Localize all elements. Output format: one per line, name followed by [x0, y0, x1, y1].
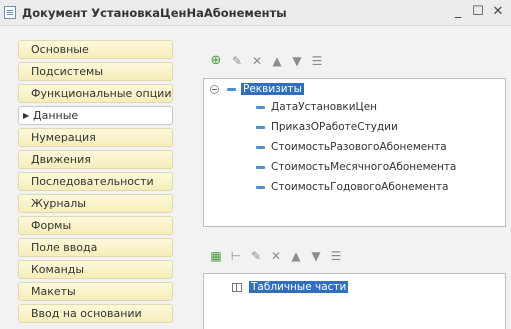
triangle-right-icon: ▶ — [23, 111, 30, 120]
add-column-icon[interactable]: ⊢ — [229, 249, 243, 263]
nav-item-label: Поле ввода — [31, 241, 98, 254]
tree-item-label: СтоимостьРазовогоАбонемента — [271, 141, 447, 153]
nav-item-podsistemy[interactable]: Подсистемы — [18, 62, 173, 81]
nav-item-label: Формы — [31, 219, 72, 232]
sidebar-nav: Основные Подсистемы Функциональные опции… — [18, 40, 173, 326]
nav-item-label: Основные — [31, 43, 89, 56]
maximize-icon[interactable]: ☐ — [470, 4, 486, 20]
add-icon[interactable]: ⊕ — [209, 54, 223, 68]
edit-icon[interactable]: ✎ — [249, 249, 263, 263]
nav-item-osnovnye[interactable]: Основные — [18, 40, 173, 59]
delete-icon[interactable]: ✕ — [269, 249, 283, 263]
nav-item-label: Движения — [31, 153, 91, 166]
nav-item-zhurnaly[interactable]: Журналы — [18, 194, 173, 213]
attribute-icon — [256, 186, 265, 189]
move-down-icon[interactable]: ▼ — [290, 54, 304, 68]
nav-item-pole-vvoda[interactable]: Поле ввода — [18, 238, 173, 257]
tree-item-label: ПриказОРаботеСтудии — [271, 121, 398, 133]
attributes-panel: ⊕ ✎ ✕ ▲ ▼ ☰ — [203, 52, 506, 72]
nav-item-label: Команды — [31, 263, 85, 276]
tabular-panel: ▦ ⊢ ✎ ✕ ▲ ▼ ☰ — [203, 247, 506, 267]
table-icon — [232, 283, 242, 292]
move-up-icon[interactable]: ▲ — [270, 54, 284, 68]
nav-item-label: Последовательности — [31, 175, 154, 188]
tree-root-label: Табличные части — [249, 281, 349, 293]
attribute-icon — [256, 146, 265, 149]
collapse-icon[interactable] — [210, 85, 219, 94]
tree-item-label: СтоимостьМесячногоАбонемента — [271, 161, 457, 173]
nav-item-komandy[interactable]: Команды — [18, 260, 173, 279]
nav-item-label: Функциональные опции — [31, 87, 172, 100]
add-table-icon[interactable]: ▦ — [209, 249, 223, 263]
nav-item-dvizhenia[interactable]: Движения — [18, 150, 173, 169]
edit-icon[interactable]: ✎ — [230, 54, 244, 68]
attributes-tree: Реквизиты ДатаУстановкиЦен ПриказОРаботе… — [203, 78, 506, 227]
tree-item[interactable]: СтоимостьГодовогоАбонемента — [271, 179, 448, 195]
tabular-tree: Табличные части — [203, 273, 506, 329]
nav-item-formy[interactable]: Формы — [18, 216, 173, 235]
nav-item-label: Макеты — [31, 285, 76, 298]
nav-item-label: Подсистемы — [31, 65, 104, 78]
nav-item-posledovatelnosti[interactable]: Последовательности — [18, 172, 173, 191]
tree-item[interactable]: ПриказОРаботеСтудии — [271, 119, 398, 135]
attribute-icon — [256, 106, 265, 109]
nav-item-label: Ввод на основании — [31, 307, 142, 320]
tree-item-label: СтоимостьГодовогоАбонемента — [271, 181, 449, 193]
tree-item[interactable]: СтоимостьМесячногоАбонемента — [271, 159, 456, 175]
nav-item-vvod-na-osnovanii[interactable]: Ввод на основании — [18, 304, 173, 323]
tree-item-label: ДатаУстановкиЦен — [271, 101, 378, 113]
tree-root-label: Реквизиты — [241, 83, 304, 95]
tree-root-requisites[interactable]: Реквизиты — [241, 81, 304, 97]
attribute-group-icon — [227, 88, 236, 91]
nav-item-makety[interactable]: Макеты — [18, 282, 173, 301]
document-icon — [4, 6, 16, 19]
move-down-icon[interactable]: ▼ — [309, 249, 323, 263]
nav-item-dannye[interactable]: ▶ Данные — [18, 106, 173, 125]
attributes-toolbar: ⊕ ✎ ✕ ▲ ▼ ☰ — [203, 52, 506, 72]
nav-item-label: Нумерация — [31, 131, 96, 144]
minimize-icon[interactable]: _ — [450, 4, 466, 20]
tree-root-tabular-parts[interactable]: Табличные части — [249, 279, 349, 295]
tree-item[interactable]: СтоимостьРазовогоАбонемента — [271, 139, 447, 155]
tree-item[interactable]: ДатаУстановкиЦен — [271, 99, 377, 115]
window-title: Документ УстановкаЦенНаАбонементы — [22, 6, 287, 20]
close-icon[interactable]: ✕ — [490, 4, 506, 20]
list-icon[interactable]: ☰ — [310, 54, 324, 68]
nav-item-functional-options[interactable]: Функциональные опции — [18, 84, 173, 103]
nav-item-numeracia[interactable]: Нумерация — [18, 128, 173, 147]
attribute-icon — [256, 166, 265, 169]
nav-item-label: Данные — [33, 109, 79, 122]
title-bar: Документ УстановкаЦенНаАбонементы _ ☐ ✕ — [0, 0, 511, 26]
list-icon[interactable]: ☰ — [329, 249, 343, 263]
delete-icon[interactable]: ✕ — [250, 54, 264, 68]
tabular-toolbar: ▦ ⊢ ✎ ✕ ▲ ▼ ☰ — [203, 247, 506, 267]
nav-item-label: Журналы — [31, 197, 86, 210]
move-up-icon[interactable]: ▲ — [289, 249, 303, 263]
attribute-icon — [256, 126, 265, 129]
